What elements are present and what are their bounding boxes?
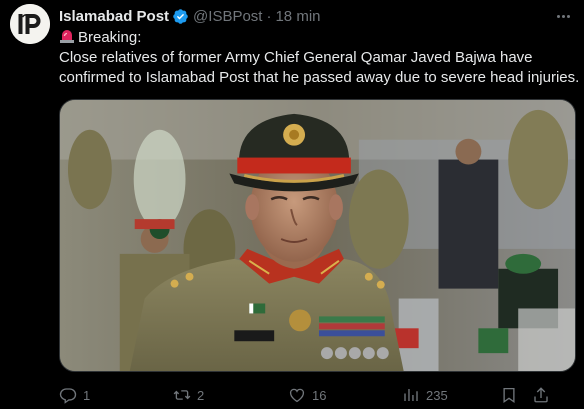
general-portrait-image [60,100,575,371]
like-count: 16 [312,387,327,403]
timestamp[interactable]: 18 min [275,8,320,25]
bookmark-button[interactable] [500,384,518,406]
bookmark-icon [503,387,515,404]
verified-badge-icon [172,8,189,25]
breaking-label: Breaking: [78,29,142,46]
repost-count: 2 [197,387,205,403]
analytics-icon [404,389,418,401]
share-button[interactable] [532,384,550,406]
tweet-header: Islamabad Post @ISBPost · 18 min [59,6,321,26]
display-name[interactable]: Islamabad Post [59,8,169,25]
islamabad-post-logo [10,4,50,44]
view-count: 235 [426,387,448,403]
tweet[interactable]: Islamabad Post @ISBPost · 18 min Breakin… [0,0,584,409]
avatar[interactable] [10,4,50,44]
reply-button[interactable]: 1 [59,384,90,406]
reply-count: 1 [83,387,91,403]
like-button[interactable]: 16 [288,384,326,406]
separator: · [266,7,272,25]
rotating-light-icon [59,28,75,44]
reply-icon [59,388,77,404]
repost-icon [173,390,191,400]
action-bar: 1 2 16 235 [59,384,576,406]
tweet-photo[interactable] [59,99,576,372]
more-options-icon[interactable] [552,6,574,26]
breaking-line: Breaking: [59,28,579,48]
repost-button[interactable]: 2 [173,384,204,406]
views-button[interactable]: 235 [402,384,448,406]
tweet-text: Breaking: Close relatives of former Army… [59,28,579,88]
heart-icon [289,388,305,403]
share-icon [534,387,548,403]
tweet-text-line: confirmed to Islamabad Post that he pass… [59,69,580,86]
handle[interactable]: @ISBPost [193,8,262,25]
tweet-text-line: Close relatives of former Army Chief Gen… [59,49,533,66]
